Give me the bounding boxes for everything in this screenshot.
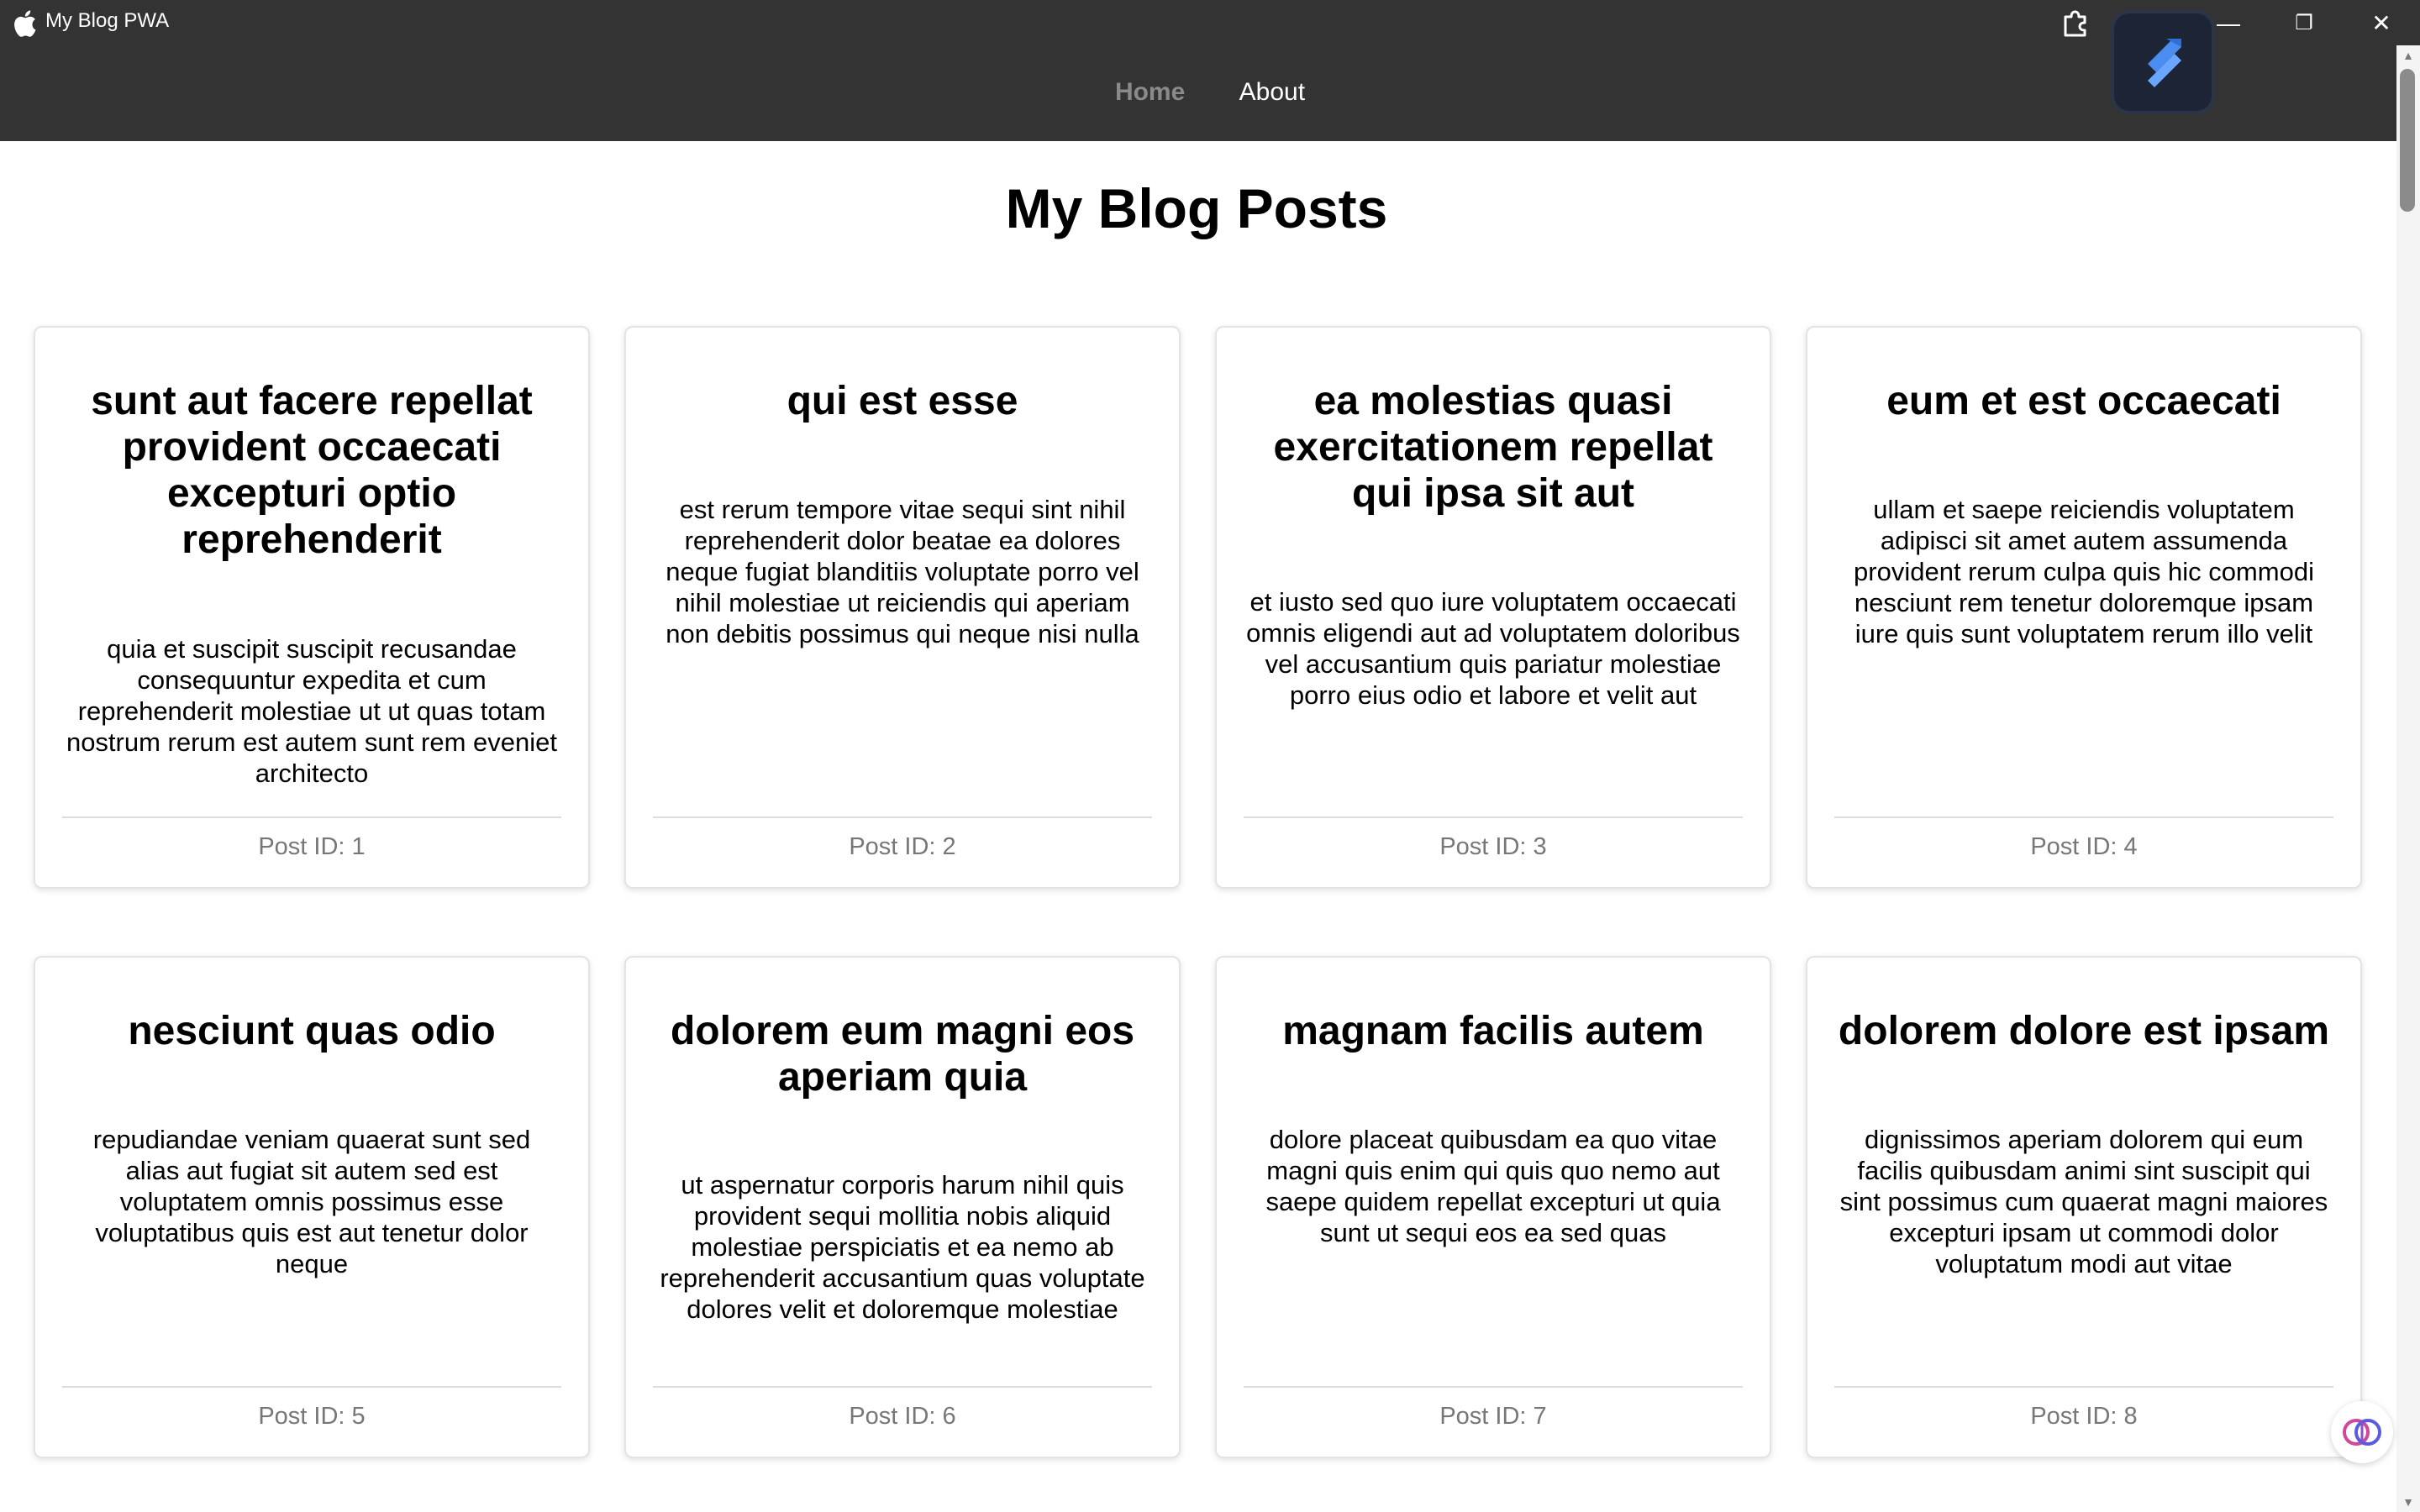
- post-title: nesciunt quas odio: [128, 1009, 496, 1053]
- post-card[interactable]: dolorem eum magni eos aperiam quia ut as…: [624, 956, 1181, 1458]
- puzzle-extension-icon[interactable]: [2060, 7, 2092, 39]
- post-title: sunt aut facere repellat provident occae…: [91, 379, 533, 562]
- card-divider: [62, 816, 561, 818]
- apple-logo-icon: [14, 10, 36, 37]
- scrollbar-thumb[interactable]: [2400, 69, 2415, 212]
- post-id: Post ID: 1: [258, 833, 366, 860]
- scroll-down-icon[interactable]: ▼: [2400, 1495, 2417, 1509]
- restore-button[interactable]: ❐: [2279, 3, 2329, 44]
- post-title: magnam facilis autem: [1282, 1009, 1704, 1053]
- nav-about-link[interactable]: About: [1239, 74, 1305, 111]
- post-card[interactable]: nesciunt quas odio repudiandae veniam qu…: [34, 956, 590, 1458]
- post-card[interactable]: sunt aut facere repellat provident occae…: [34, 326, 590, 889]
- close-button[interactable]: ✕: [2356, 3, 2407, 44]
- card-divider: [1834, 816, 2333, 818]
- main-nav: Home About: [0, 74, 2420, 111]
- window-title: My Blog PWA: [45, 9, 170, 32]
- post-body: et iusto sed quo iure voluptatem occaeca…: [1246, 587, 1740, 710]
- minimize-button[interactable]: —: [2203, 3, 2254, 44]
- post-title: ea molestias quasi exercitationem repell…: [1273, 379, 1713, 516]
- card-divider: [653, 1386, 1152, 1388]
- post-body: dignissimos aperiam dolorem qui eum faci…: [1839, 1125, 2328, 1278]
- post-id: Post ID: 2: [849, 833, 956, 860]
- post-title: qui est esse: [786, 379, 1018, 423]
- post-id: Post ID: 4: [2030, 833, 2138, 860]
- post-id: Post ID: 5: [258, 1403, 366, 1430]
- scroll-up-icon[interactable]: ▲: [2400, 49, 2417, 62]
- card-divider: [653, 816, 1152, 818]
- post-title: dolorem dolore est ipsam: [1838, 1009, 2330, 1053]
- post-body: est rerum tempore vitae sequi sint nihil…: [666, 495, 1139, 648]
- brain-assistant-icon[interactable]: [2331, 1401, 2393, 1463]
- card-divider: [1244, 816, 1743, 818]
- post-card[interactable]: ea molestias quasi exercitationem repell…: [1215, 326, 1771, 889]
- scrollbar-track[interactable]: [2396, 45, 2420, 1512]
- page-title: My Blog Posts: [1005, 177, 1388, 239]
- post-id: Post ID: 3: [1439, 833, 1547, 860]
- nav-home-link[interactable]: Home: [1115, 74, 1185, 111]
- post-card[interactable]: eum et est occaecati ullam et saepe reic…: [1806, 326, 2362, 889]
- post-card[interactable]: dolorem dolore est ipsam dignissimos ape…: [1806, 956, 2362, 1458]
- post-id: Post ID: 8: [2030, 1403, 2138, 1430]
- post-title: eum et est occaecati: [1886, 379, 2281, 423]
- post-body: ullam et saepe reiciendis voluptatem adi…: [1854, 495, 2314, 648]
- card-divider: [1244, 1386, 1743, 1388]
- post-card[interactable]: magnam facilis autem dolore placeat quib…: [1215, 956, 1771, 1458]
- card-divider: [62, 1386, 561, 1388]
- post-body: quia et suscipit suscipit recusandae con…: [66, 634, 558, 788]
- post-body: dolore placeat quibusdam ea quo vitae ma…: [1265, 1125, 1721, 1247]
- card-divider: [1834, 1386, 2333, 1388]
- post-card[interactable]: qui est esse est rerum tempore vitae seq…: [624, 326, 1181, 889]
- post-id: Post ID: 7: [1439, 1403, 1547, 1430]
- post-title: dolorem eum magni eos aperiam quia: [670, 1009, 1135, 1100]
- title-bar: My Blog PWA — ❐ ✕ Home About: [0, 0, 2420, 141]
- post-id: Post ID: 6: [849, 1403, 956, 1430]
- post-body: ut aspernatur corporis harum nihil quis …: [660, 1170, 1145, 1324]
- post-body: repudiandae veniam quaerat sunt sed alia…: [92, 1125, 531, 1278]
